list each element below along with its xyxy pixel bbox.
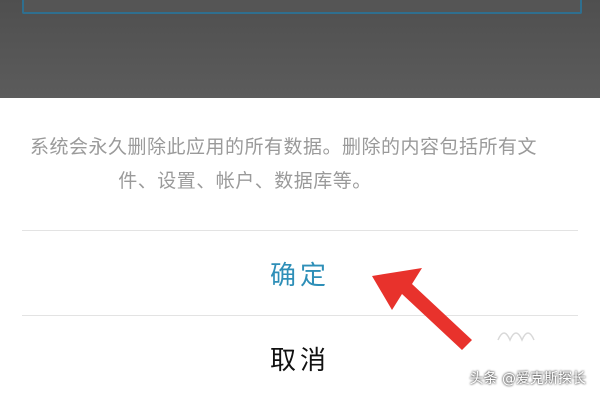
red-arrow-icon — [372, 268, 472, 350]
dialog-message: 系统会永久删除此应用的所有数据。删除的内容包括所有文 件、设置、帐户、数据库等。 — [30, 130, 590, 198]
dialog-message-line1: 系统会永久删除此应用的所有数据。删除的内容包括所有文 — [30, 136, 538, 158]
cancel-button-label: 取消 — [269, 345, 330, 376]
watermark: 头条 @爱克斯探长 — [470, 368, 586, 388]
watermark-doodle-icon — [497, 332, 535, 342]
underlying-card — [22, 0, 582, 14]
confirm-button[interactable]: 确定 — [0, 231, 600, 315]
watermark-text: 头条 @爱克斯探长 — [469, 371, 586, 387]
dim-overlay — [0, 0, 600, 100]
dialog-message-line2: 件、设置、帐户、数据库等。 — [118, 170, 372, 192]
confirm-button-label: 确定 — [269, 260, 330, 291]
